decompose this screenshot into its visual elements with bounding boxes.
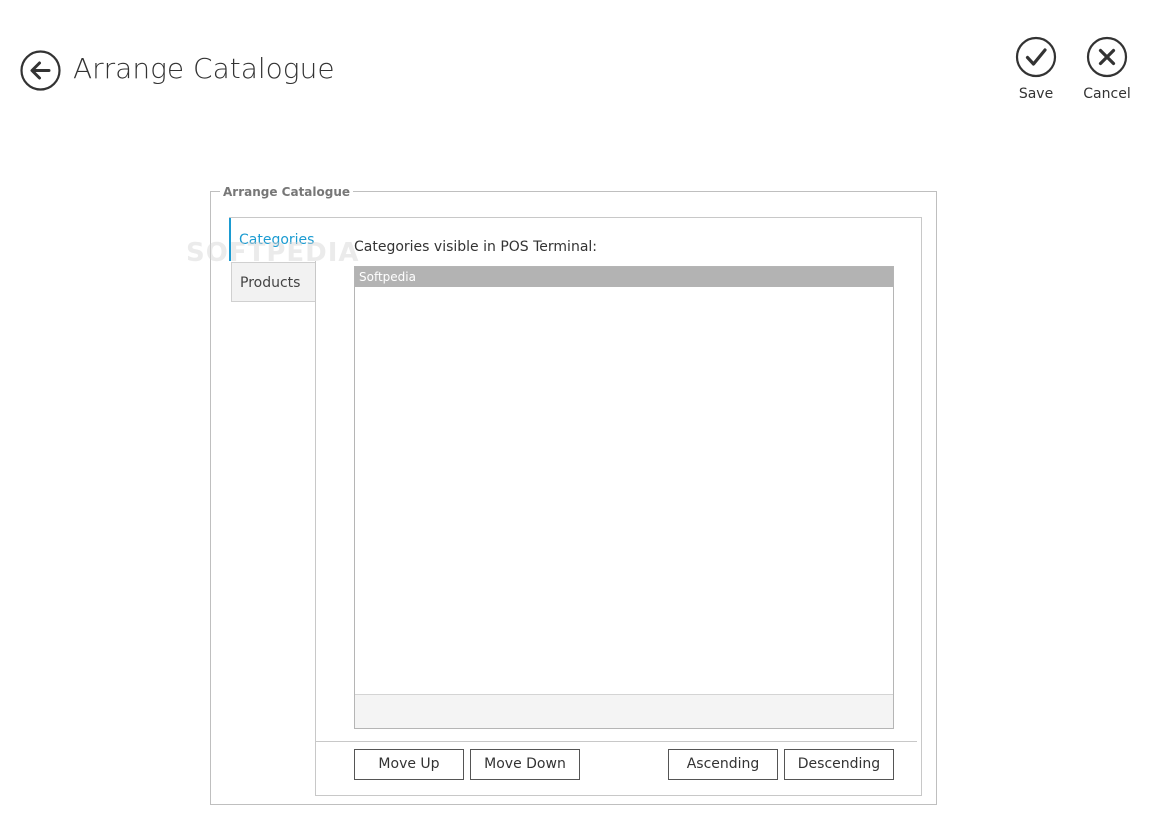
groupbox-legend: Arrange Catalogue xyxy=(220,184,354,200)
close-icon xyxy=(1086,36,1128,78)
list-item[interactable]: Softpedia xyxy=(355,267,893,287)
checkmark-icon xyxy=(1015,36,1057,78)
save-label: Save xyxy=(1018,86,1054,102)
descending-button[interactable]: Descending xyxy=(784,749,894,780)
back-button[interactable] xyxy=(20,50,61,91)
list-footer xyxy=(355,694,893,728)
list-caption: Categories visible in POS Terminal: xyxy=(354,239,598,255)
panel-divider xyxy=(316,741,917,742)
arrange-catalogue-page: Arrange Catalogue Save Cancel Arrange Ca… xyxy=(0,0,1152,824)
category-list[interactable]: Softpedia xyxy=(354,266,894,729)
save-button[interactable]: Save xyxy=(996,36,1076,102)
move-down-button[interactable]: Move Down xyxy=(470,749,580,780)
move-up-button[interactable]: Move Up xyxy=(354,749,464,780)
tab-products[interactable]: Products xyxy=(231,262,315,302)
ascending-button[interactable]: Ascending xyxy=(668,749,778,780)
cancel-button[interactable]: Cancel xyxy=(1067,36,1147,102)
cancel-label: Cancel xyxy=(1083,86,1131,102)
back-arrow-icon xyxy=(20,50,61,91)
page-title: Arrange Catalogue xyxy=(73,52,335,85)
tab-categories[interactable]: Categories xyxy=(229,218,317,261)
